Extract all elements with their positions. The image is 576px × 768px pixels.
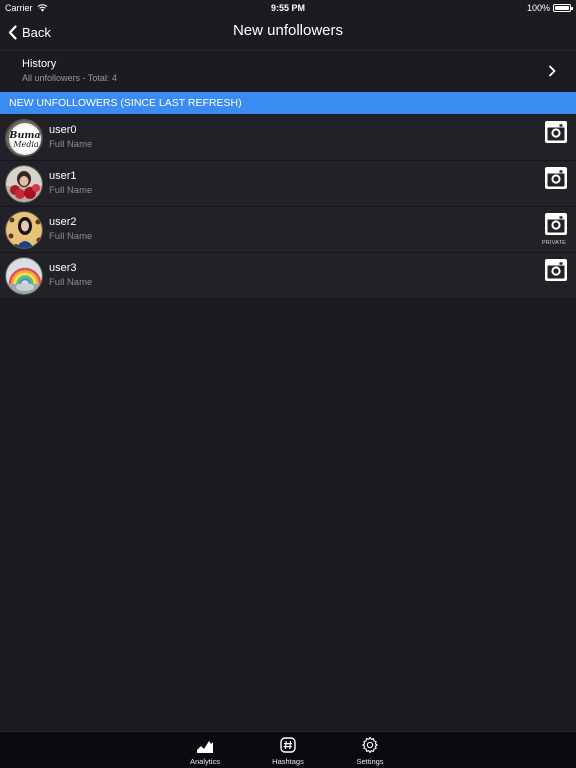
username: user1 xyxy=(49,170,77,182)
status-right: 100% xyxy=(526,3,573,13)
private-badge: PRIVATE xyxy=(541,240,566,246)
gear-icon xyxy=(362,736,378,754)
username: user2 xyxy=(49,216,77,228)
avatar-image xyxy=(6,258,42,294)
history-title: History xyxy=(22,58,57,70)
tab-label: Settings xyxy=(356,757,384,766)
status-bar: Carrier 9:55 PM 100% xyxy=(0,0,576,16)
full-name: Full Name xyxy=(49,277,93,288)
list-item[interactable]: user3 Full Name xyxy=(0,253,576,299)
full-name: Full Name xyxy=(49,231,93,242)
avatar: Buma Media xyxy=(5,119,43,157)
tab-label: Hashtags xyxy=(272,757,304,766)
battery-percent: 100% xyxy=(526,3,550,13)
list-item[interactable]: Buma Media user0 Full Name xyxy=(0,115,576,161)
tab-label: Analytics xyxy=(189,757,220,766)
full-name: Full Name xyxy=(49,139,93,150)
navigation-bar: Back New unfollowers xyxy=(0,16,576,48)
list-item[interactable]: user1 Full Name xyxy=(0,161,576,207)
battery-fill xyxy=(555,6,569,10)
avatar-image xyxy=(6,166,42,202)
tab-bar: Analytics Hashtags Settings xyxy=(0,731,576,768)
tab-hashtags[interactable]: Hashtags xyxy=(258,736,318,766)
history-row[interactable]: History All unfollowers - Total: 4 xyxy=(0,50,576,92)
user-list: Buma Media user0 Full Name user1 Full Na… xyxy=(0,115,576,299)
list-item[interactable]: user2 Full Name PRIVATE xyxy=(0,207,576,253)
instagram-icon[interactable] xyxy=(544,212,568,236)
avatar-image: Buma Media xyxy=(6,120,42,156)
instagram-icon[interactable] xyxy=(544,166,568,190)
history-subtitle: All unfollowers - Total: 4 xyxy=(22,73,117,83)
avatar-image xyxy=(6,212,42,248)
instagram-icon[interactable] xyxy=(544,120,568,144)
section-header: NEW UNFOLLOWERS (SINCE LAST REFRESH) xyxy=(0,92,576,114)
username: user3 xyxy=(49,262,77,274)
tab-analytics[interactable]: Analytics xyxy=(175,736,235,766)
hashtag-icon xyxy=(280,737,296,753)
avatar-logo-text-2: Media xyxy=(12,140,39,149)
full-name: Full Name xyxy=(49,185,93,196)
screen: Carrier 9:55 PM 100% Back New unfollower… xyxy=(0,0,576,768)
status-time: 9:55 PM xyxy=(270,3,305,13)
instagram-icon[interactable] xyxy=(544,258,568,282)
avatar xyxy=(5,165,43,203)
avatar xyxy=(5,257,43,295)
battery-icon xyxy=(553,4,573,12)
chevron-right-icon xyxy=(549,65,556,77)
analytics-icon xyxy=(197,741,213,753)
tab-settings[interactable]: Settings xyxy=(340,736,400,766)
page-title: New unfollowers xyxy=(232,22,344,39)
username: user0 xyxy=(49,124,77,136)
avatar xyxy=(5,211,43,249)
